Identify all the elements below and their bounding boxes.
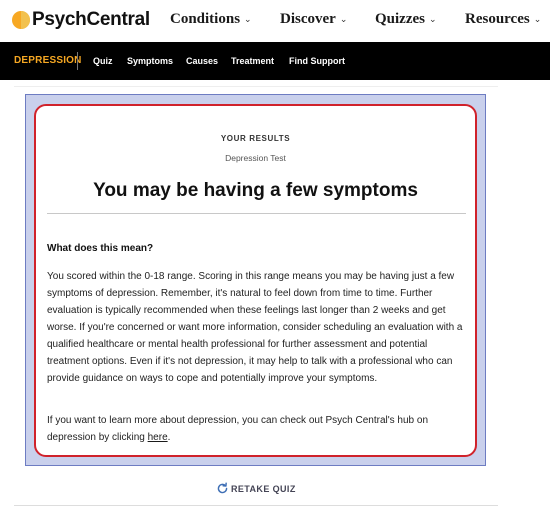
subnav-divider	[77, 52, 78, 70]
nav-label: Quizzes	[375, 11, 425, 27]
learn-more-text: If you want to learn more about depressi…	[47, 415, 429, 443]
subnav-item-quiz[interactable]: Quiz	[93, 56, 113, 66]
divider	[14, 86, 498, 87]
nav-conditions[interactable]: Conditions ⌄	[170, 11, 252, 28]
chevron-down-icon: ⌄	[244, 14, 252, 25]
subnav-item-causes[interactable]: Causes	[186, 56, 218, 66]
subnav-item-symptoms[interactable]: Symptoms	[127, 56, 173, 66]
divider	[47, 213, 466, 214]
results-question: What does this mean?	[47, 243, 154, 254]
divider	[14, 505, 498, 506]
subnav-item-find-support[interactable]: Find Support	[289, 56, 345, 66]
learn-more-paragraph: If you want to learn more about depressi…	[47, 412, 467, 446]
nav-resources[interactable]: Resources ⌄	[465, 11, 541, 28]
retake-quiz-button[interactable]: RETAKE QUIZ	[216, 482, 296, 495]
nav-quizzes[interactable]: Quizzes ⌄	[375, 11, 437, 28]
results-card: YOUR RESULTS Depression Test You may be …	[34, 104, 477, 457]
results-headline: You may be having a few symptoms	[93, 180, 418, 201]
test-name: Depression Test	[225, 153, 286, 163]
results-explanation: You scored within the 0-18 range. Scorin…	[47, 271, 463, 384]
site-header: PsychCentral Conditions ⌄ Discover ⌄ Quizz…	[0, 0, 550, 42]
logo-text: PsychCentral	[32, 9, 150, 30]
retake-label: RETAKE QUIZ	[231, 483, 296, 494]
chevron-down-icon: ⌄	[429, 14, 437, 25]
subnav-brand[interactable]: DEPRESSION	[14, 55, 82, 66]
psychcentral-logo[interactable]: PsychCentral	[12, 8, 150, 32]
results-eyebrow: YOUR RESULTS	[220, 134, 291, 143]
topic-subnav: DEPRESSION Quiz Symptoms Causes Treatmen…	[0, 42, 550, 80]
nav-label: Conditions	[170, 11, 241, 27]
nav-discover[interactable]: Discover ⌄	[280, 11, 347, 28]
chevron-down-icon: ⌄	[533, 14, 542, 25]
nav-label: Discover	[280, 11, 336, 27]
refresh-icon	[217, 482, 228, 494]
chevron-down-icon: ⌄	[339, 14, 348, 25]
subnav-item-treatment[interactable]: Treatment	[231, 56, 274, 66]
nav-label: Resources	[465, 11, 530, 27]
learn-more-suffix: .	[167, 432, 171, 443]
logo-icon	[12, 11, 30, 29]
here-link[interactable]: here	[148, 432, 168, 443]
